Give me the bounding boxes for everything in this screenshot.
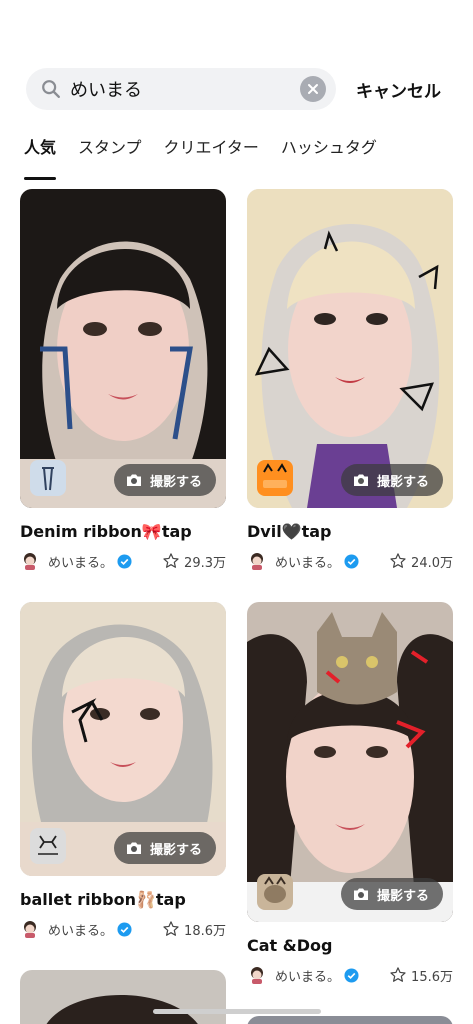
star-icon: [390, 553, 406, 568]
effect-thumbnail[interactable]: 撮影する: [20, 189, 226, 508]
likes-value: 15.6万: [411, 969, 453, 985]
effect-title[interactable]: Dvil🖤tap: [247, 522, 453, 541]
likes-value: 29.3万: [184, 555, 226, 571]
favorite-count[interactable]: 18.6万: [162, 920, 226, 939]
shoot-button[interactable]: 撮影する: [340, 464, 443, 496]
author-name[interactable]: めいまる。: [48, 552, 113, 571]
close-icon: [308, 84, 318, 94]
shoot-label: 撮影する: [149, 474, 202, 490]
effect-preview-image: [46, 995, 198, 1024]
ballet-ribbon-icon: [30, 828, 66, 864]
cat-dog-icon: [257, 874, 293, 910]
search-box[interactable]: [26, 68, 336, 110]
tab-hashtags[interactable]: ハッシュタグ: [281, 134, 377, 170]
shoot-button[interactable]: 撮影する: [113, 464, 216, 496]
verified-icon: [117, 921, 132, 937]
verified-icon: [344, 967, 359, 983]
shoot-button[interactable]: 撮影する: [340, 878, 443, 910]
effect-thumbnail-partial[interactable]: [247, 1016, 453, 1024]
avatar[interactable]: [20, 919, 40, 939]
shoot-label: 撮影する: [149, 842, 202, 858]
avatar[interactable]: [247, 551, 267, 571]
effect-meta: めいまる。 24.0万: [247, 551, 453, 571]
star-icon: [163, 553, 179, 568]
effect-card[interactable]: 撮影する Cat &Dog めいまる。 15.6万: [247, 602, 453, 985]
effect-meta: めいまる。 29.3万: [20, 551, 226, 571]
search-input[interactable]: [70, 78, 300, 100]
effect-thumbnail-partial[interactable]: [20, 970, 226, 1024]
home-indicator: [153, 1009, 321, 1014]
avatar[interactable]: [20, 551, 40, 571]
effect-title[interactable]: ballet ribbon🩰tap: [20, 890, 226, 909]
camera-icon: [353, 888, 368, 900]
favorite-count[interactable]: 24.0万: [389, 552, 453, 571]
star-icon: [390, 967, 406, 982]
effect-card[interactable]: 撮影する Dvil🖤tap めいまる。 24.0万: [247, 189, 453, 571]
camera-icon: [353, 474, 368, 486]
shoot-label: 撮影する: [376, 474, 429, 490]
effect-meta: めいまる。 18.6万: [20, 919, 226, 939]
author-name[interactable]: めいまる。: [275, 966, 340, 985]
search-row: キャンセル: [26, 68, 473, 110]
shoot-label: 撮影する: [376, 888, 429, 904]
search-tabs: 人気 スタンプ クリエイター ハッシュタグ: [24, 134, 473, 180]
likes-value: 24.0万: [411, 555, 453, 571]
effect-thumbnail[interactable]: 撮影する: [247, 189, 453, 508]
effect-title[interactable]: Denim ribbon🎀tap: [20, 522, 226, 541]
devil-cat-icon: [257, 460, 293, 496]
cancel-button[interactable]: キャンセル: [356, 77, 441, 102]
favorite-count[interactable]: 15.6万: [389, 966, 453, 985]
star-icon: [163, 921, 179, 936]
tab-stamps[interactable]: スタンプ: [78, 134, 142, 170]
ribbon-icon: [30, 460, 66, 496]
camera-icon: [126, 474, 141, 486]
effect-title[interactable]: Cat &Dog: [247, 936, 453, 955]
author-name[interactable]: めいまる。: [48, 920, 113, 939]
effect-thumbnail[interactable]: 撮影する: [20, 602, 226, 876]
author-name[interactable]: めいまる。: [275, 552, 340, 571]
likes-value: 18.6万: [184, 923, 226, 939]
shoot-button[interactable]: 撮影する: [113, 832, 216, 864]
favorite-count[interactable]: 29.3万: [162, 552, 226, 571]
effect-meta: めいまる。 15.6万: [247, 965, 453, 985]
effect-thumbnail[interactable]: 撮影する: [247, 602, 453, 922]
avatar[interactable]: [247, 965, 267, 985]
camera-icon: [126, 842, 141, 854]
verified-icon: [117, 553, 132, 569]
search-icon: [42, 80, 60, 98]
clear-search-button[interactable]: [300, 76, 326, 102]
effect-card[interactable]: 撮影する Denim ribbon🎀tap めいまる。 29.3万: [20, 189, 226, 571]
tab-popular[interactable]: 人気: [24, 134, 57, 180]
verified-icon: [344, 553, 359, 569]
tab-creators[interactable]: クリエイター: [164, 134, 259, 170]
effect-card[interactable]: 撮影する ballet ribbon🩰tap めいまる。 18.6万: [20, 602, 226, 939]
